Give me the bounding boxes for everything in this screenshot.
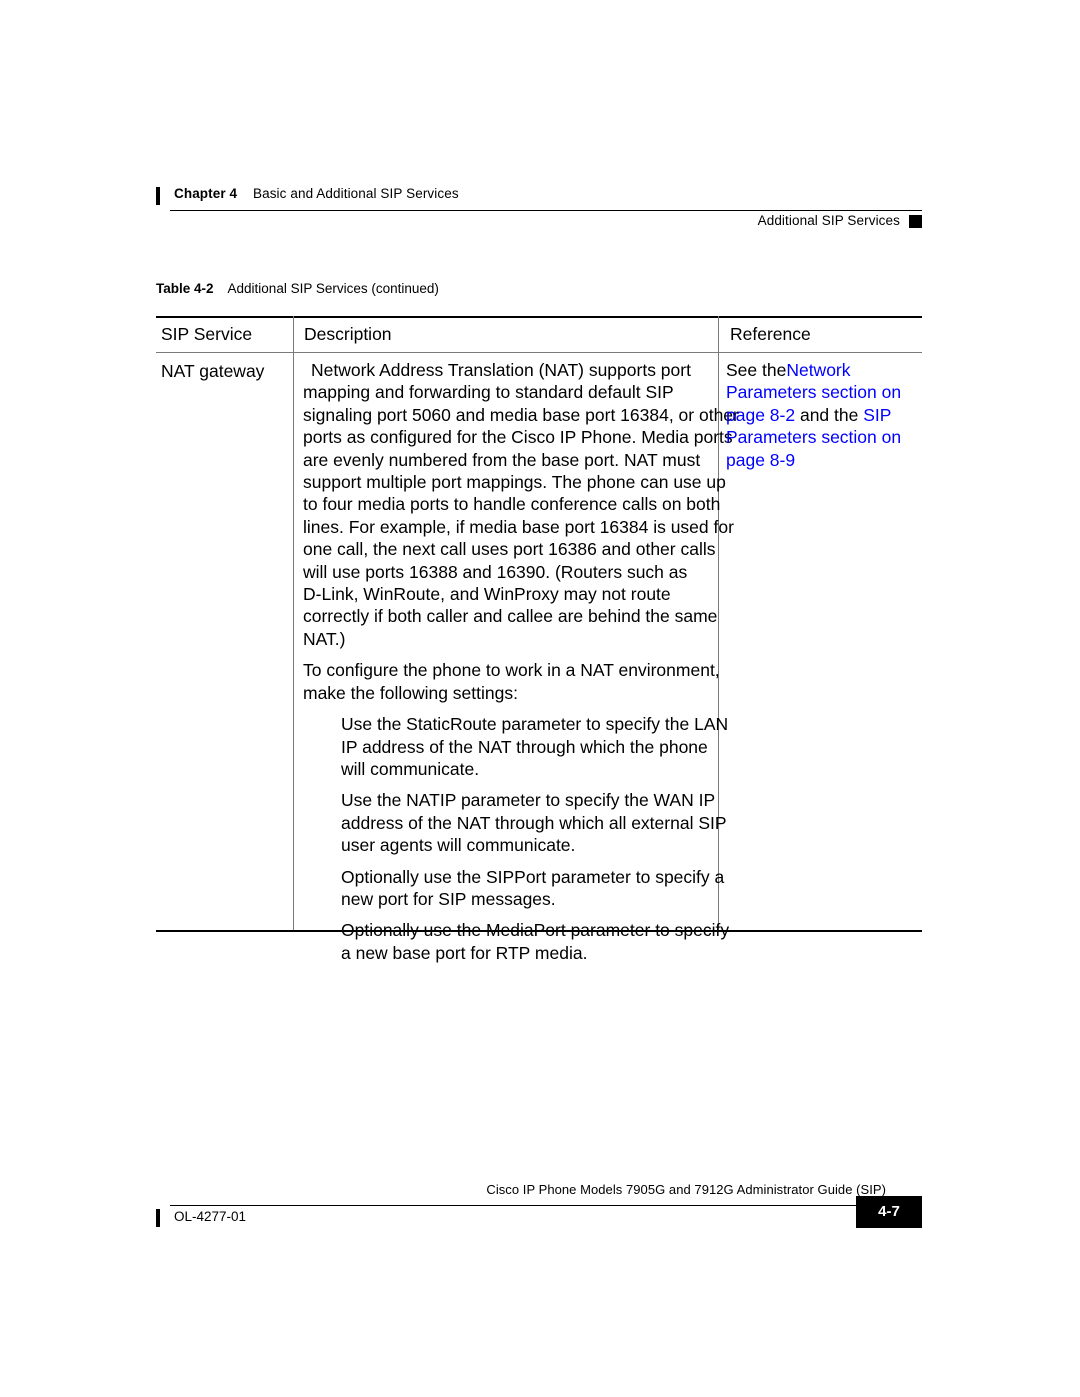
description-list-item: Optionally use the SIPPort parameter to … [341, 866, 751, 911]
table-header-rule [156, 352, 922, 353]
description-line: a new base port for RTP media. [341, 942, 588, 963]
description-line: Optionally use the MediaPort parameter t… [341, 920, 730, 941]
reference-line: See theNetwork [726, 359, 976, 381]
description-line: are evenly numbered from the base port. … [303, 449, 701, 470]
cross-reference-link[interactable]: Parameters [726, 382, 816, 402]
description-line: IP address of the NAT through which the … [341, 736, 708, 757]
header-divider [170, 210, 922, 211]
table-caption: Table 4-2 Additional SIP Services (contin… [156, 281, 439, 296]
description-line: Optionally use the SIPPort parameter to … [341, 866, 725, 887]
cross-reference-link[interactable]: page 8-2 [726, 405, 795, 425]
description-line: make the following settings: [303, 682, 518, 703]
reference-line: page 8-2 and the SIP [726, 404, 976, 426]
description-line: one call, the next call uses port 16386 … [303, 539, 716, 560]
cell-reference: See theNetwork Parameters section on page … [726, 359, 976, 471]
reference-line: Parameters section on [726, 381, 976, 403]
description-line: Use the StaticRoute parameter to specify… [341, 714, 729, 735]
description-list-item: Use the StaticRoute parameter to specify… [341, 713, 751, 780]
cross-reference-link[interactable]: section on [816, 427, 901, 447]
document-page: Chapter 4 Basic and Additional SIP Servi… [0, 0, 1080, 1397]
footer-divider [170, 1205, 922, 1206]
reference-text: See the [726, 360, 787, 380]
column-header-sip-service: SIP Service [161, 324, 253, 344]
description-list-item: Optionally use the MediaPort parameter t… [341, 919, 751, 964]
description-line: will use ports 16388 and 16390. (Routers… [303, 561, 688, 582]
footer-guide-title: Cisco IP Phone Models 7905G and 7912G Ad… [486, 1182, 886, 1197]
reference-text: and the [795, 404, 864, 425]
description-line: signaling port 5060 and media base port … [303, 404, 739, 425]
description-line: support multiple port mappings. The phon… [303, 472, 726, 493]
reference-line: page 8-9 [726, 449, 976, 471]
description-line: lines. For example, if media base port 1… [303, 516, 734, 537]
description-list-item: Use the NATIP parameter to specify the W… [341, 789, 751, 856]
description-line: user agents will communicate. [341, 835, 576, 856]
description-line: NAT.) [303, 628, 346, 649]
cross-reference-link[interactable]: Network [786, 360, 850, 380]
running-footer: Cisco IP Phone Models 7905G and 7912G Ad… [156, 1182, 922, 1232]
table-top-rule [156, 316, 922, 318]
table-column-divider-1 [293, 316, 294, 930]
cross-reference-link[interactable]: Parameters [726, 427, 816, 447]
description-line: will communicate. [341, 758, 480, 779]
description-line: to four media ports to handle conference… [303, 494, 721, 515]
description-line: To configure the phone to work in a NAT … [303, 660, 720, 681]
cell-sip-service: NAT gateway [161, 361, 265, 381]
cross-reference-link[interactable]: SIP [863, 405, 891, 425]
description-line: ports as configured for the Cisco IP Pho… [303, 427, 733, 448]
column-header-description: Description [304, 324, 392, 344]
footer-document-id: OL-4277-01 [174, 1209, 247, 1224]
column-header-reference: Reference [730, 324, 811, 344]
description-line: D-Link, WinRoute, and WinProxy may not r… [303, 584, 671, 605]
running-header: Chapter 4 Basic and Additional SIP Servi… [156, 186, 922, 232]
table-caption-number: Table 4-2 [156, 281, 214, 296]
header-square-marker-icon [909, 215, 922, 228]
description-line: mapping and forwarding to standard defau… [303, 382, 674, 403]
header-chapter-label: Chapter 4 [174, 186, 238, 201]
description-line: Use the NATIP parameter to specify the W… [341, 790, 716, 811]
header-chapter-title: Basic and Additional SIP Services [253, 186, 459, 201]
cell-description: Network Address Translation (NAT) suppor… [303, 359, 751, 964]
footer-change-bar [156, 1209, 160, 1227]
reference-line: Parameters section on [726, 426, 976, 448]
header-section-title: Additional SIP Services [757, 213, 900, 228]
description-line: correctly if both caller and callee are … [303, 606, 718, 627]
description-line: new port for SIP messages. [341, 888, 556, 909]
footer-page-number: 4-7 [878, 1203, 900, 1220]
header-change-bar [156, 187, 160, 205]
description-line: Network Address Translation (NAT) suppor… [311, 360, 691, 380]
table-caption-text: Additional SIP Services (continued) [227, 281, 439, 296]
cross-reference-link[interactable]: section on [816, 382, 901, 402]
description-line: address of the NAT through which all ext… [341, 812, 727, 833]
cross-reference-link[interactable]: page 8-9 [726, 450, 795, 470]
